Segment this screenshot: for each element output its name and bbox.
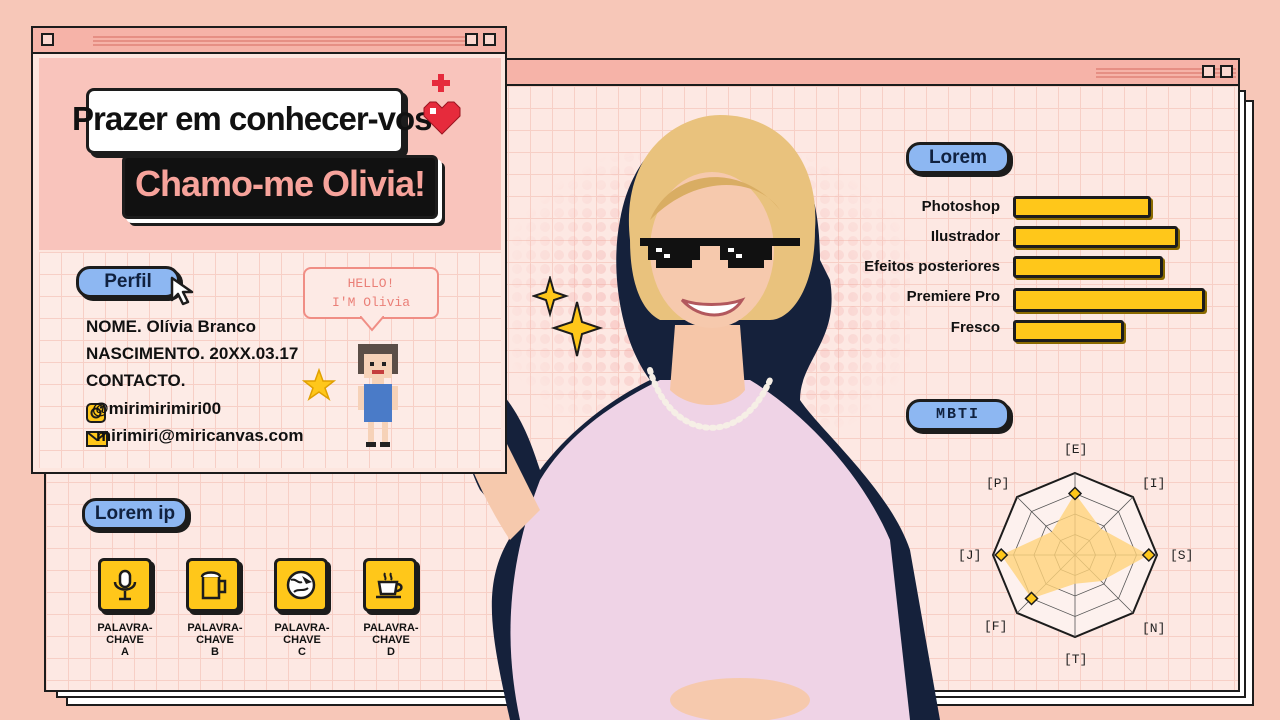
keyword-a-button[interactable]	[98, 558, 152, 612]
profile-window-titlebar[interactable]	[33, 28, 505, 54]
star-icon	[302, 368, 336, 401]
maximize-icon[interactable]	[465, 33, 478, 46]
speech-bubble	[303, 267, 439, 319]
coffee-cup-icon	[376, 572, 403, 599]
skill-label: Ilustrador	[930, 228, 1000, 245]
speech-bubble-line2: I'M Olivia	[331, 295, 410, 310]
skill-bar	[1013, 256, 1163, 278]
heart-icon	[423, 74, 461, 135]
mbti-axis-label: [T]	[1064, 652, 1088, 667]
maximize-icon[interactable]	[1202, 65, 1215, 78]
keyword-d-label: PALAVRA-CHAVE D	[363, 622, 419, 658]
skill-label: Efeitos posteriores	[864, 258, 1000, 275]
speech-bubble-tail	[360, 316, 384, 332]
mbti-axis-label: [E]	[1064, 442, 1088, 457]
restore-icon[interactable]	[1220, 65, 1233, 78]
keyword-b-button[interactable]	[186, 558, 240, 612]
keyword-a-label: PALAVRA-CHAVE A	[97, 622, 153, 658]
mbti-axis-label: [S]	[1170, 548, 1194, 563]
skill-bar	[1013, 196, 1151, 218]
mbti-axis-label: [F]	[984, 619, 1008, 634]
profile-instagram[interactable]: @mirimirimiri00	[92, 399, 221, 419]
skill-label: Premiere Pro	[906, 288, 1000, 305]
close-icon[interactable]	[41, 33, 54, 46]
beer-mug-icon	[200, 571, 227, 600]
skill-bar	[1013, 226, 1178, 248]
profile-email[interactable]: mirimiri@miricanvas.com	[96, 426, 303, 446]
speech-bubble-line1: HELLO!	[347, 276, 395, 291]
mbti-axis-label: [I]	[1142, 476, 1166, 491]
skill-label: Fresco	[950, 319, 1000, 336]
mbti-section-title: MBTI	[906, 399, 1010, 431]
skill-label: Photoshop	[921, 198, 1000, 215]
pixel-character	[358, 344, 398, 447]
keyword-c-button[interactable]	[274, 558, 328, 612]
profile-section-title: Perfil	[76, 266, 180, 298]
mbti-axis-label: [P]	[986, 476, 1010, 491]
profile-contact: CONTACTO.	[86, 371, 186, 390]
skill-bar	[1013, 320, 1124, 342]
globe-plane-icon	[286, 570, 316, 600]
skills-section-title: Lorem	[906, 142, 1010, 174]
name-banner-text: Chamo-me Olivia!	[134, 163, 426, 204]
greeting-text: Prazer em conhecer-vos	[72, 100, 433, 137]
profile-name: NOME. Olívia Branco	[86, 317, 257, 336]
keyword-d-button[interactable]	[363, 558, 417, 612]
profile-birth: NASCIMENTO. 20XX.03.17	[86, 344, 299, 363]
mbti-axis-label: [J]	[958, 548, 982, 563]
mbti-axis-label: [N]	[1142, 621, 1166, 636]
keywords-section-title: Lorem ip	[82, 498, 188, 530]
keyword-b-label: PALAVRA-CHAVE B	[187, 622, 243, 658]
skill-bar	[1013, 288, 1205, 312]
keyword-c-label: PALAVRA-CHAVE C	[274, 622, 330, 658]
microphone-icon	[113, 569, 137, 601]
restore-icon[interactable]	[483, 33, 496, 46]
cursor-icon	[170, 276, 194, 306]
